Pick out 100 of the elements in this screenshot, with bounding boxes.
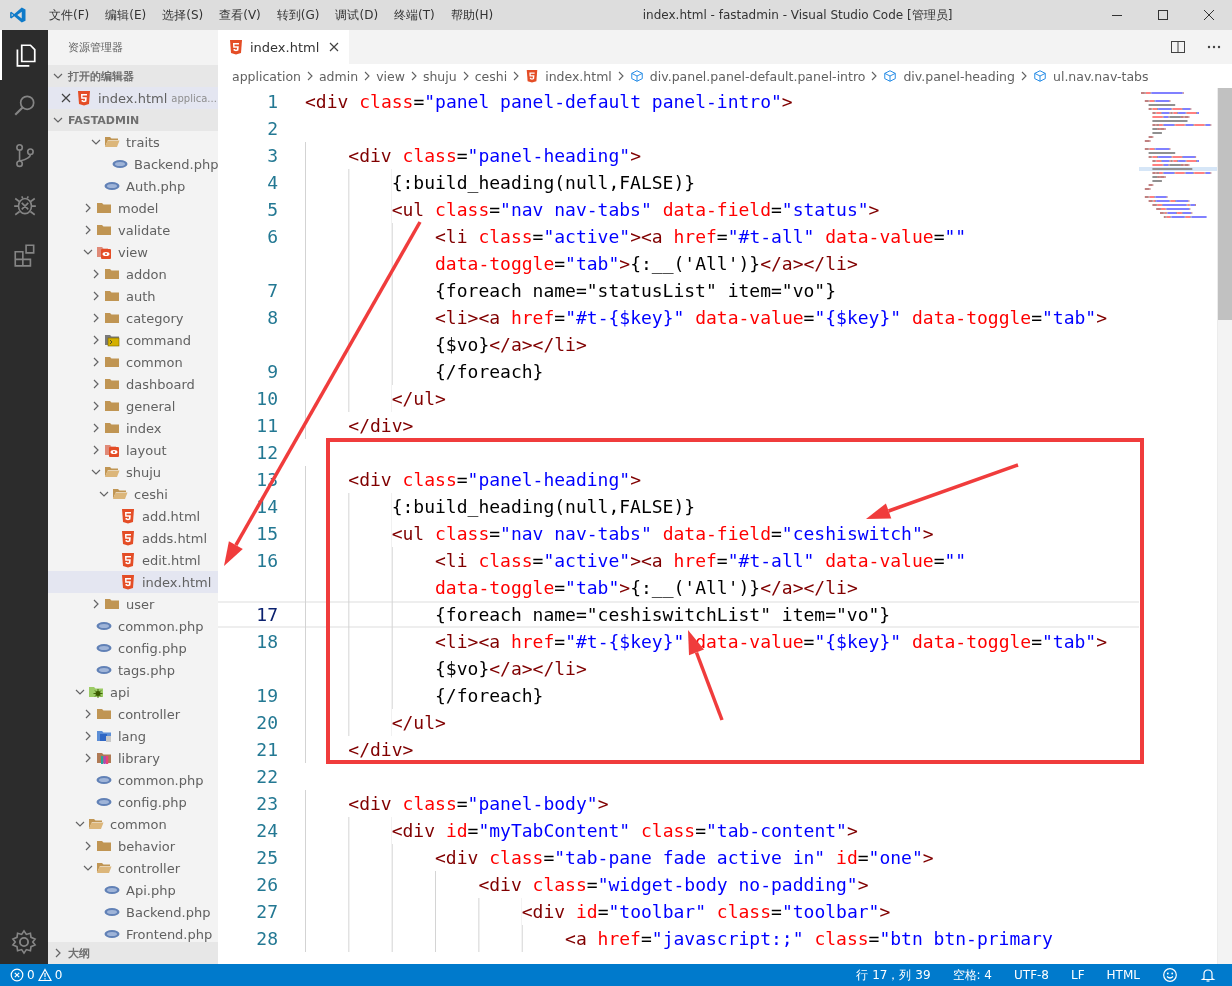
close-icon[interactable] — [1203, 9, 1215, 21]
tree-item[interactable]: view — [48, 241, 218, 263]
tree-item[interactable]: addon — [48, 263, 218, 285]
menu-item[interactable]: 终端(T) — [386, 6, 443, 24]
tree-item[interactable]: adds.html — [48, 527, 218, 549]
line-number: 6 — [266, 226, 278, 247]
tree-item[interactable]: Backend.php — [48, 153, 218, 175]
problems-button[interactable]: 0 0 — [0, 968, 71, 982]
line-number: 20 — [255, 712, 278, 733]
tree-item[interactable]: layout — [48, 439, 218, 461]
status-item[interactable]: HTML — [1106, 968, 1140, 982]
tree-item[interactable]: auth — [48, 285, 218, 307]
tree-item[interactable]: edit.html — [48, 549, 218, 571]
folder-icon — [104, 420, 120, 436]
tree-item[interactable]: index — [48, 417, 218, 439]
section-header[interactable]: 大纲 — [48, 942, 218, 964]
code-line: <div id="toolbar" class="toolbar"> — [521, 901, 891, 922]
line-number: 16 — [255, 550, 278, 571]
html-file-icon — [525, 69, 540, 83]
folder-icon — [104, 288, 120, 304]
line-number: 1 — [266, 91, 278, 112]
menu-item[interactable]: 帮助(H) — [442, 6, 502, 24]
status-item[interactable]: 行 17，列 39 — [856, 966, 931, 984]
settings-icon[interactable] — [10, 928, 38, 956]
breadcrumb-item[interactable]: div.panel.panel-default.panel-intro — [629, 68, 866, 84]
tree-item[interactable]: validate — [48, 219, 218, 241]
status-item[interactable]: UTF-8 — [1014, 968, 1049, 982]
app-logo-icon — [9, 6, 27, 24]
editor-tab[interactable]: index.html — [218, 30, 350, 64]
folder-icon — [96, 838, 112, 854]
tree-item[interactable]: controller — [48, 857, 218, 879]
open-editor-item[interactable]: index.html applica... — [48, 87, 218, 109]
split-editor-icon[interactable] — [1170, 39, 1186, 55]
section-header[interactable]: 打开的编辑器 — [48, 65, 218, 87]
breadcrumb-item[interactable]: application — [232, 68, 301, 84]
code-line: {$vo}</a></li> — [435, 334, 587, 355]
tree-item[interactable]: general — [48, 395, 218, 417]
folder-icon — [104, 596, 120, 612]
tree-item[interactable]: config.php — [48, 637, 218, 659]
scrollbar-thumb[interactable] — [1218, 88, 1232, 320]
code-line: </ul> — [391, 712, 446, 733]
tree-item[interactable]: tags.php — [48, 659, 218, 681]
tree-item[interactable]: user — [48, 593, 218, 615]
eye-folder-icon — [96, 244, 112, 260]
breadcrumb-item[interactable]: index.html — [525, 68, 612, 84]
tree-item[interactable]: add.html — [48, 505, 218, 527]
status-item[interactable]: 空格: 4 — [952, 966, 992, 984]
tree-item[interactable]: traits — [48, 131, 218, 153]
code-line: {:build_heading(null,FALSE)} — [391, 496, 696, 517]
breadcrumb-item[interactable]: shuju — [422, 68, 457, 84]
tree-item[interactable]: common — [48, 351, 218, 373]
code-line: <ul class="nav nav-tabs" data-field="ceshiswitch"> — [391, 523, 934, 544]
smiley-icon[interactable] — [1162, 967, 1178, 983]
line-number: 8 — [266, 307, 278, 328]
menu-item[interactable]: 文件(F) — [41, 6, 98, 24]
menu-item[interactable]: 转到(G) — [268, 6, 328, 24]
menu-item[interactable]: 调试(D) — [327, 6, 387, 24]
tree-item[interactable]: common — [48, 813, 218, 835]
code-line: </div> — [348, 415, 414, 436]
tree-item[interactable]: library — [48, 747, 218, 769]
section-header[interactable]: FASTADMIN — [48, 109, 218, 131]
tree-item[interactable]: dashboard — [48, 373, 218, 395]
breadcrumb-item[interactable]: ul.nav.nav-tabs — [1033, 68, 1149, 84]
tree-item[interactable]: config.php — [48, 791, 218, 813]
menu-item[interactable]: 选择(S) — [154, 6, 212, 24]
tree-item[interactable]: command — [48, 329, 218, 351]
tree-item[interactable]: ceshi — [48, 483, 218, 505]
line-number: 4 — [266, 172, 278, 193]
line-number: 23 — [255, 793, 278, 814]
tree-item[interactable]: behavior — [48, 835, 218, 857]
html-file-icon — [120, 508, 136, 524]
status-item[interactable]: LF — [1071, 968, 1085, 982]
html-file-icon — [120, 530, 136, 546]
bell-icon[interactable] — [1200, 967, 1216, 983]
tree-item[interactable]: common.php — [48, 615, 218, 637]
tree-item[interactable]: common.php — [48, 769, 218, 791]
menu-item[interactable]: 编辑(E) — [97, 6, 155, 24]
close-icon[interactable] — [60, 92, 72, 104]
tree-item[interactable]: api — [48, 681, 218, 703]
tree-item[interactable]: index.html — [48, 571, 218, 593]
code-line: <a href="javascript:;" class="btn btn-primary — [565, 928, 1053, 949]
tree-item[interactable]: Api.php — [48, 879, 218, 901]
tree-item[interactable]: model — [48, 197, 218, 219]
breadcrumb-item[interactable]: admin — [318, 68, 359, 84]
tree-item[interactable]: category — [48, 307, 218, 329]
tree-item[interactable]: shuju — [48, 461, 218, 483]
breadcrumb-item[interactable]: view — [376, 68, 405, 84]
tree-item[interactable]: Frontend.php — [48, 923, 218, 942]
maximize-icon[interactable] — [1157, 9, 1169, 21]
sidebar-title: 资源管理器 — [67, 40, 124, 56]
line-number: 11 — [255, 415, 278, 436]
menu-item[interactable]: 查看(V) — [211, 6, 269, 24]
line-number: 26 — [255, 874, 278, 895]
breadcrumb-item[interactable]: ceshi — [474, 68, 508, 84]
tree-item[interactable]: controller — [48, 703, 218, 725]
tree-item[interactable]: Auth.php — [48, 175, 218, 197]
tree-item[interactable]: Backend.php — [48, 901, 218, 923]
tree-item[interactable]: lang — [48, 725, 218, 747]
breadcrumb-item[interactable]: div.panel-heading — [883, 68, 1015, 84]
code-line: {$vo}</a></li> — [435, 658, 587, 679]
